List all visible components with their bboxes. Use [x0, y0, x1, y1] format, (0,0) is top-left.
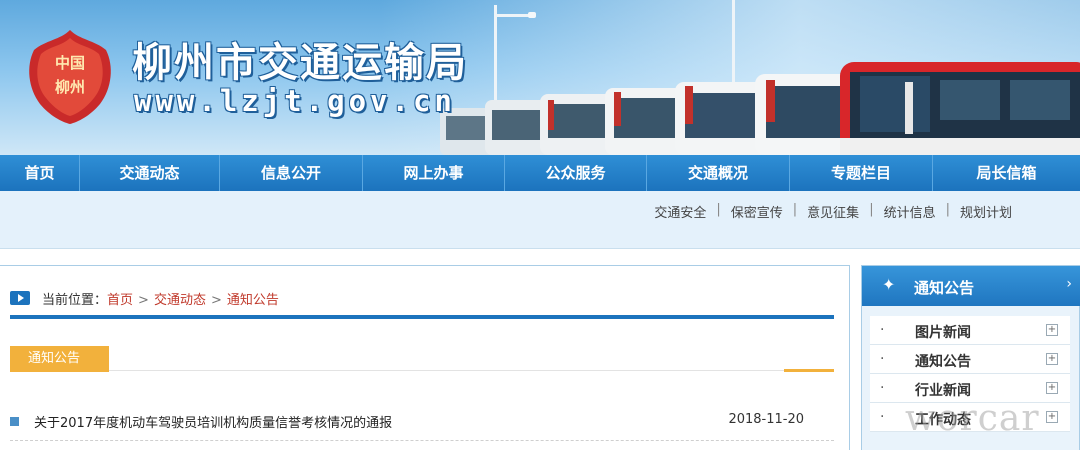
news-title-link[interactable]: 关于2017年度机动车驾驶员培训机构质量信誉考核情况的通报 — [34, 412, 392, 431]
nav-item-director-mailbox[interactable]: 局长信箱 — [933, 155, 1080, 191]
site-url: www.lzjt.gov.cn — [134, 84, 456, 118]
chevron-right-icon: > — [138, 293, 149, 308]
section-divider — [109, 370, 834, 371]
breadcrumb: 当前位置：首页 > 交通动态 > 通知公告 — [42, 289, 279, 308]
separator: | — [945, 202, 950, 217]
section-title: 通知公告 — [10, 346, 109, 372]
breadcrumb-prefix: 当前位置： — [42, 293, 108, 308]
site-title: 柳州市交通运输局 — [132, 40, 468, 86]
sidebar-item-label: 行业新闻 — [915, 383, 971, 399]
sub-link-planning[interactable]: 规划计划 — [960, 202, 1012, 221]
sidebar-header: ✦ 通知公告 › — [862, 266, 1080, 306]
header-banner: 中国 柳州 柳州市交通运输局 www.lzjt.gov.cn — [0, 0, 1080, 155]
breadcrumb-traffic-news[interactable]: 交通动态 — [154, 293, 206, 308]
separator: | — [716, 202, 721, 217]
sub-link-opinion-collection[interactable]: 意见征集 — [807, 202, 859, 221]
svg-text:中国: 中国 — [55, 54, 85, 72]
chevron-right-icon: > — [210, 293, 222, 308]
dot-icon: · — [880, 380, 885, 396]
dot-icon: · — [880, 322, 885, 338]
sidebar-item-label: 图片新闻 — [915, 325, 971, 341]
sidebar-item-notices[interactable]: · 通知公告 + — [870, 345, 1070, 374]
breadcrumb-notices[interactable]: 通知公告 — [227, 293, 279, 308]
sidebar-title: 通知公告 — [914, 279, 975, 297]
list-item: 关于2017年度机动车驾驶员培训机构质量信誉考核情况的通报 2018-11-20 — [10, 411, 834, 441]
more-arrow-icon[interactable]: › — [1066, 276, 1072, 292]
section-accent — [784, 369, 834, 372]
nav-item-overview[interactable]: 交通概况 — [647, 155, 790, 191]
plus-icon[interactable]: + — [1046, 411, 1058, 423]
location-icon — [10, 291, 30, 305]
city-emblem-logo: 中国 柳州 — [29, 30, 111, 124]
svg-text:柳州: 柳州 — [55, 78, 85, 96]
sidebar-item-photo-news[interactable]: · 图片新闻 + — [870, 316, 1070, 345]
bus-row-image — [440, 62, 1080, 155]
nav-item-public-services[interactable]: 公众服务 — [505, 155, 647, 191]
plus-icon[interactable]: + — [1046, 382, 1058, 394]
main-content: 当前位置：首页 > 交通动态 > 通知公告 通知公告 关于2017年度机动车驾驶员培训机… — [0, 265, 850, 450]
breadcrumb-divider — [10, 315, 834, 319]
sub-links-bar: 交通安全 | 保密宣传 | 意见征集 | 统计信息 | 规划计划 — [0, 191, 1080, 249]
nav-item-home[interactable]: 首页 — [0, 155, 80, 191]
notice-icon: ✦ — [882, 275, 896, 294]
nav-item-special-topics[interactable]: 专题栏目 — [790, 155, 933, 191]
nav-item-traffic-news[interactable]: 交通动态 — [80, 155, 220, 191]
news-date: 2018-11-20 — [728, 412, 804, 427]
plus-icon[interactable]: + — [1046, 324, 1058, 336]
sub-links: 交通安全 | 保密宣传 | 意见征集 | 统计信息 | 规划计划 — [654, 202, 1012, 221]
dot-icon: · — [880, 409, 885, 425]
main-nav: 首页 交通动态 信息公开 网上办事 公众服务 交通概况 专题栏目 局长信箱 — [0, 155, 1080, 191]
sub-link-confidentiality[interactable]: 保密宣传 — [731, 202, 783, 221]
nav-item-online-services[interactable]: 网上办事 — [363, 155, 505, 191]
dot-icon: · — [880, 351, 885, 367]
plus-icon[interactable]: + — [1046, 353, 1058, 365]
separator: | — [869, 202, 874, 217]
sub-link-statistics[interactable]: 统计信息 — [884, 202, 936, 221]
bullet-icon — [10, 417, 19, 426]
nav-item-info-disclosure[interactable]: 信息公开 — [220, 155, 363, 191]
breadcrumb-home[interactable]: 首页 — [107, 293, 133, 308]
sidebar-item-label: 通知公告 — [915, 354, 971, 370]
separator: | — [792, 202, 798, 217]
watermark: worcar — [905, 398, 1040, 439]
sub-link-traffic-safety[interactable]: 交通安全 — [654, 202, 706, 221]
